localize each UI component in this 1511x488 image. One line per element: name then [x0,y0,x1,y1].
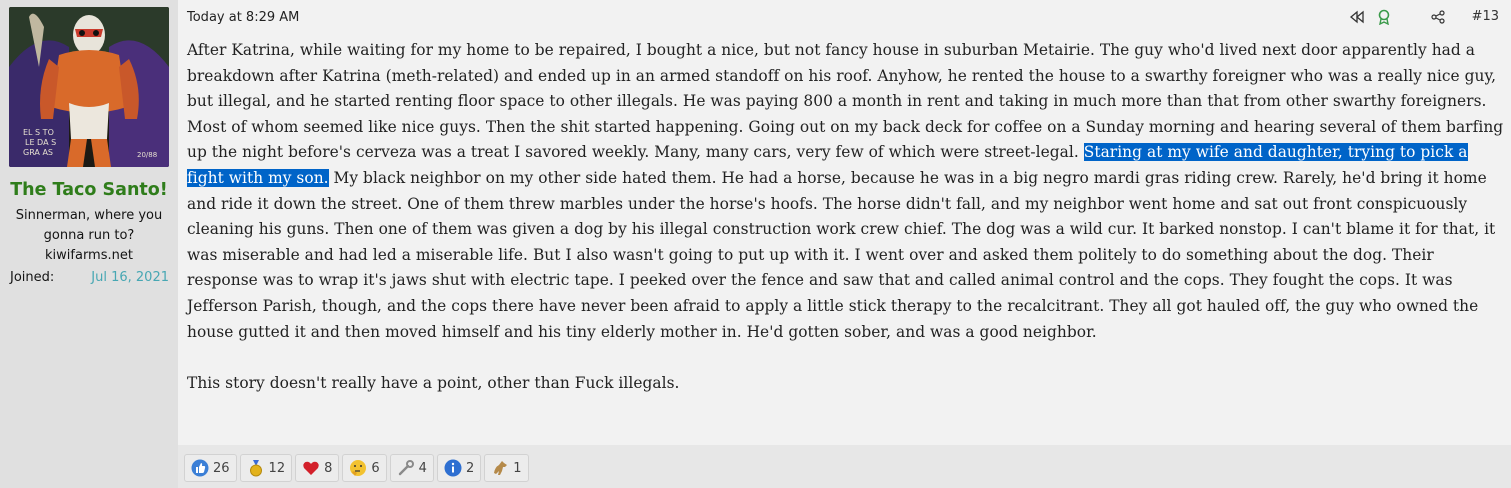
post-text-after: My black neighbor on my other side hated… [187,168,1496,341]
post-paragraph: After Katrina, while waiting for my home… [187,38,1505,345]
svg-text:20/88: 20/88 [137,151,157,159]
info-icon [444,459,462,477]
rewind-icon[interactable] [1349,8,1365,26]
reaction-thumbs-up[interactable]: 26 [184,454,237,482]
reactions-bar: 26 12 8 6 4 2 1 [178,445,1511,488]
post-timestamp[interactable]: Today at 8:29 AM [187,10,299,25]
post-main: Today at 8:29 AM #13 After Katrina, whil… [178,0,1511,488]
reaction-count: 8 [324,460,333,476]
svg-text:EL S TO: EL S TO [23,128,54,137]
joined-date: Jul 16, 2021 [91,270,169,285]
reaction-horse[interactable]: 1 [484,454,529,482]
wrench-icon [397,459,415,477]
reaction-count: 26 [213,460,230,476]
reaction-count: 12 [268,460,286,476]
reaction-count: 2 [465,460,475,476]
reaction-thinking[interactable]: 6 [342,454,387,482]
user-banner: kiwifarms.net [45,248,133,263]
forum-post: EL S TO LE DA S GRA AS 20/88 The Taco Sa… [0,0,1511,488]
user-info-pane: EL S TO LE DA S GRA AS 20/88 The Taco Sa… [0,0,178,488]
post-actions: #13 [1349,8,1499,26]
reaction-count: 1 [513,460,522,476]
reaction-wrench[interactable]: 4 [389,454,434,482]
reaction-info[interactable]: 2 [436,454,482,482]
share-icon[interactable] [1431,8,1445,26]
avatar-painting: EL S TO LE DA S GRA AS 20/88 [9,7,169,167]
reaction-medal[interactable]: 12 [239,454,293,482]
thinking-face-icon [349,459,367,477]
joined-label: Joined: [10,270,55,285]
user-title-text: Sinnerman, where you gonna run to? [15,208,163,243]
heart-icon [302,459,320,477]
thumbs-up-icon [191,459,209,477]
username-link[interactable]: The Taco Santo! [0,180,178,200]
reaction-count: 4 [418,460,427,476]
svg-text:GRA AS: GRA AS [23,148,53,157]
horse-icon [491,459,509,477]
post-body: After Katrina, while waiting for my home… [187,38,1505,396]
user-avatar[interactable]: EL S TO LE DA S GRA AS 20/88 [9,7,169,167]
svg-text:LE DA S: LE DA S [25,138,56,147]
medal-icon [247,459,265,477]
award-ribbon-icon[interactable] [1377,8,1391,26]
reaction-heart[interactable]: 8 [295,454,340,482]
user-title: Sinnerman, where you gonna run to? kiwif… [6,206,172,266]
reaction-count: 6 [371,460,380,476]
post-number-link[interactable]: #13 [1472,9,1499,24]
post-closing: This story doesn't really have a point, … [187,373,680,392]
